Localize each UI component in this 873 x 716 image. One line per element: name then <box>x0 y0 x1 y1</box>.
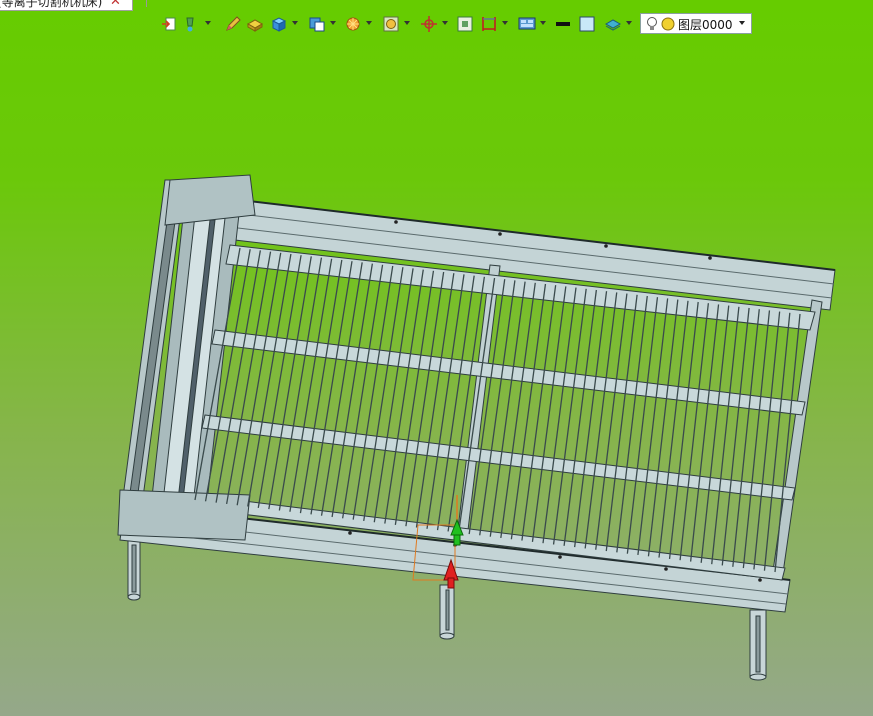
chevron-down-icon[interactable] <box>205 21 211 25</box>
slat <box>384 269 424 524</box>
slat <box>320 262 363 516</box>
document-tab-bar: (等离子切割机机床) ✕ <box>0 0 873 11</box>
view-icon[interactable] <box>308 15 326 33</box>
box-face-icon[interactable] <box>382 15 400 33</box>
cube-blue-icon[interactable] <box>270 15 288 33</box>
cnc-plasma-cutter-model[interactable] <box>0 0 873 716</box>
slat <box>489 281 526 537</box>
fill-color-icon[interactable] <box>578 15 596 33</box>
slat <box>457 277 496 533</box>
slat <box>405 271 445 527</box>
slat <box>257 255 302 508</box>
sphere-icon[interactable] <box>661 17 675 31</box>
slat <box>236 252 282 506</box>
slat <box>542 287 577 544</box>
slat <box>521 285 557 541</box>
chevron-down-icon[interactable] <box>292 21 298 25</box>
chevron-down-icon[interactable] <box>330 21 336 25</box>
paint-icon[interactable] <box>182 15 200 33</box>
slat <box>753 311 781 570</box>
slat <box>510 283 547 540</box>
3d-viewport[interactable]: (等离子切割机机床) ✕ 图层0000 <box>0 0 873 716</box>
slat <box>268 256 312 510</box>
slat <box>500 282 536 539</box>
sun-icon[interactable] <box>344 15 362 33</box>
table-frame <box>117 174 836 613</box>
axis-icon[interactable] <box>420 15 438 33</box>
lightbulb-icon[interactable] <box>646 16 658 32</box>
slat <box>394 270 435 525</box>
chevron-down-icon[interactable] <box>502 21 508 25</box>
dimension-icon[interactable] <box>480 15 498 33</box>
chevron-down-icon[interactable] <box>626 21 632 25</box>
slat <box>552 288 587 545</box>
slat <box>426 274 465 529</box>
layer-display-icon[interactable] <box>604 15 622 33</box>
slat <box>742 310 771 569</box>
slat <box>700 305 730 563</box>
slat <box>341 264 384 519</box>
chevron-down-icon[interactable] <box>540 21 546 25</box>
chevron-down-icon[interactable] <box>739 21 745 25</box>
slat <box>247 253 292 507</box>
slat <box>278 257 323 511</box>
document-tab-title: (等离子切割机机床) <box>0 0 103 9</box>
frame-icon[interactable] <box>456 15 474 33</box>
document-tab[interactable]: (等离子切割机机床) ✕ <box>0 0 133 11</box>
slat <box>363 267 404 522</box>
slat <box>373 268 414 523</box>
slat <box>711 306 740 565</box>
slat <box>415 273 455 528</box>
chevron-down-icon[interactable] <box>442 21 448 25</box>
slat <box>310 261 353 515</box>
layer-selector[interactable]: 图层0000 <box>640 13 752 34</box>
close-icon[interactable]: ✕ <box>110 0 121 10</box>
chevron-down-icon[interactable] <box>366 21 372 25</box>
slat <box>721 307 750 566</box>
slat <box>732 309 760 567</box>
slat <box>331 263 374 518</box>
line-color-icon[interactable] <box>554 15 572 33</box>
slat <box>299 259 343 514</box>
tab-divider <box>146 0 147 7</box>
export-icon[interactable] <box>160 15 178 33</box>
layer-name: 图层0000 <box>678 18 733 32</box>
display-icon[interactable] <box>518 15 536 33</box>
chevron-down-icon[interactable] <box>404 21 410 25</box>
pencil-icon[interactable] <box>224 15 242 33</box>
slat <box>531 286 567 542</box>
slat <box>352 265 394 520</box>
cube-yellow-icon[interactable] <box>246 15 264 33</box>
slat <box>289 258 333 512</box>
